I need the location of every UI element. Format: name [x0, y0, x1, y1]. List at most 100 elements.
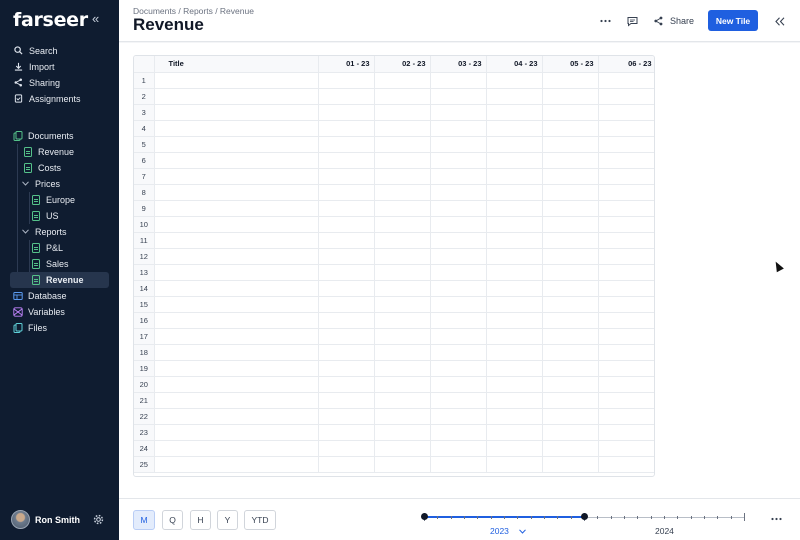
- value-cell[interactable]: [374, 264, 431, 281]
- value-cell[interactable]: [430, 248, 487, 265]
- user-profile[interactable]: Ron Smith: [11, 510, 80, 529]
- value-cell[interactable]: [486, 72, 543, 89]
- sidebar-item-reports-revenue[interactable]: Revenue: [30, 272, 84, 287]
- value-cell[interactable]: [486, 248, 543, 265]
- value-cell[interactable]: [486, 296, 543, 313]
- title-cell[interactable]: [154, 88, 319, 105]
- row-number[interactable]: 23: [134, 424, 155, 441]
- row-number[interactable]: 17: [134, 328, 155, 345]
- column-header-title[interactable]: Title: [154, 56, 319, 73]
- value-cell[interactable]: [598, 136, 654, 153]
- value-cell[interactable]: [598, 376, 654, 393]
- value-cell[interactable]: [318, 360, 375, 377]
- value-cell[interactable]: [430, 344, 487, 361]
- column-header[interactable]: 02 - 23: [374, 56, 431, 73]
- value-cell[interactable]: [542, 312, 599, 329]
- value-cell[interactable]: [430, 264, 487, 281]
- value-cell[interactable]: [318, 456, 375, 473]
- row-number[interactable]: 16: [134, 312, 155, 329]
- value-cell[interactable]: [430, 120, 487, 137]
- sidebar-item-search[interactable]: Search: [13, 43, 58, 58]
- value-cell[interactable]: [318, 248, 375, 265]
- row-number[interactable]: 7: [134, 168, 155, 185]
- column-header[interactable]: 05 - 23: [542, 56, 599, 73]
- row-number[interactable]: 18: [134, 344, 155, 361]
- value-cell[interactable]: [430, 392, 487, 409]
- value-cell[interactable]: [598, 88, 654, 105]
- value-cell[interactable]: [486, 456, 543, 473]
- value-cell[interactable]: [542, 200, 599, 217]
- value-cell[interactable]: [486, 360, 543, 377]
- value-cell[interactable]: [374, 296, 431, 313]
- row-number[interactable]: 13: [134, 264, 155, 281]
- more-options-icon[interactable]: [600, 14, 611, 28]
- value-cell[interactable]: [318, 88, 375, 105]
- value-cell[interactable]: [542, 152, 599, 169]
- value-cell[interactable]: [598, 120, 654, 137]
- title-cell[interactable]: [154, 136, 319, 153]
- value-cell[interactable]: [598, 72, 654, 89]
- column-header[interactable]: 04 - 23: [486, 56, 543, 73]
- more-options-icon[interactable]: [771, 512, 782, 524]
- value-cell[interactable]: [542, 88, 599, 105]
- value-cell[interactable]: [598, 424, 654, 441]
- value-cell[interactable]: [598, 104, 654, 121]
- title-cell[interactable]: [154, 344, 319, 361]
- value-cell[interactable]: [430, 456, 487, 473]
- value-cell[interactable]: [542, 280, 599, 297]
- sidebar-item-prices[interactable]: Prices: [20, 176, 60, 191]
- sidebar-item-revenue[interactable]: Revenue: [22, 144, 74, 159]
- value-cell[interactable]: [486, 232, 543, 249]
- title-cell[interactable]: [154, 424, 319, 441]
- value-cell[interactable]: [542, 184, 599, 201]
- row-number[interactable]: 6: [134, 152, 155, 169]
- row-number[interactable]: 22: [134, 408, 155, 425]
- value-cell[interactable]: [598, 152, 654, 169]
- value-cell[interactable]: [374, 72, 431, 89]
- value-cell[interactable]: [598, 328, 654, 345]
- value-cell[interactable]: [374, 456, 431, 473]
- row-number[interactable]: 14: [134, 280, 155, 297]
- sidebar-item-database[interactable]: Database: [12, 288, 67, 303]
- value-cell[interactable]: [374, 312, 431, 329]
- title-cell[interactable]: [154, 440, 319, 457]
- title-cell[interactable]: [154, 376, 319, 393]
- chevron-down-icon[interactable]: [20, 178, 31, 189]
- gear-icon[interactable]: [93, 514, 104, 525]
- data-grid[interactable]: Title 01 - 23 02 - 23 03 - 23 04 - 23 05…: [133, 55, 655, 477]
- value-cell[interactable]: [542, 376, 599, 393]
- value-cell[interactable]: [486, 424, 543, 441]
- row-number[interactable]: 1: [134, 72, 155, 89]
- value-cell[interactable]: [318, 328, 375, 345]
- value-cell[interactable]: [542, 456, 599, 473]
- value-cell[interactable]: [486, 200, 543, 217]
- value-cell[interactable]: [598, 248, 654, 265]
- timeline-end-handle[interactable]: [581, 513, 588, 520]
- value-cell[interactable]: [430, 72, 487, 89]
- value-cell[interactable]: [318, 168, 375, 185]
- column-header[interactable]: 06 - 23: [598, 56, 654, 73]
- timeline-start-handle[interactable]: [421, 513, 428, 520]
- value-cell[interactable]: [430, 152, 487, 169]
- title-cell[interactable]: [154, 280, 319, 297]
- row-number[interactable]: 11: [134, 232, 155, 249]
- value-cell[interactable]: [598, 200, 654, 217]
- value-cell[interactable]: [598, 264, 654, 281]
- sidebar-item-assignments[interactable]: Assignments: [13, 91, 81, 106]
- title-cell[interactable]: [154, 360, 319, 377]
- title-cell[interactable]: [154, 120, 319, 137]
- sidebar-item-sharing[interactable]: Sharing: [13, 75, 60, 90]
- title-cell[interactable]: [154, 168, 319, 185]
- comments-icon[interactable]: [627, 14, 638, 28]
- title-cell[interactable]: [154, 392, 319, 409]
- value-cell[interactable]: [318, 232, 375, 249]
- value-cell[interactable]: [542, 216, 599, 233]
- value-cell[interactable]: [374, 200, 431, 217]
- value-cell[interactable]: [486, 392, 543, 409]
- value-cell[interactable]: [318, 216, 375, 233]
- value-cell[interactable]: [318, 408, 375, 425]
- value-cell[interactable]: [430, 424, 487, 441]
- value-cell[interactable]: [318, 200, 375, 217]
- value-cell[interactable]: [486, 88, 543, 105]
- title-cell[interactable]: [154, 232, 319, 249]
